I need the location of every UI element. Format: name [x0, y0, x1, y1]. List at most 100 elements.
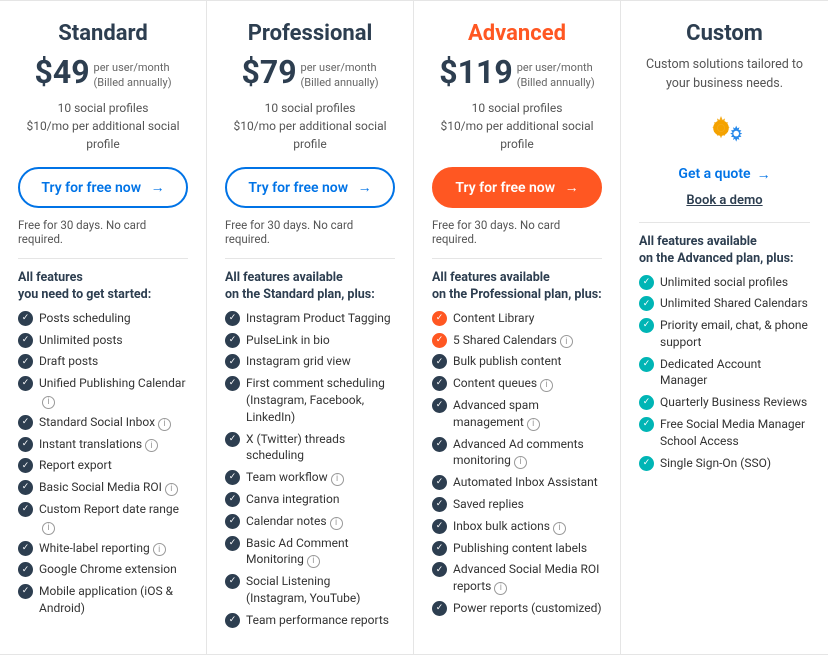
feature-item: ✓ Mobile application (iOS & Android) — [18, 583, 188, 617]
feature-text: Social Listening(Instagram, YouTube) — [246, 573, 360, 607]
feature-text: Basic Ad Comment Monitoringi — [246, 535, 395, 569]
feature-text: Report export — [39, 457, 112, 474]
free-note-professional: Free for 30 days. No card required. — [225, 218, 395, 246]
info-icon[interactable]: i — [307, 555, 320, 568]
price-amount-standard: $49 — [34, 56, 89, 88]
feature-item: ✓ Bulk publish content — [432, 353, 602, 370]
info-icon[interactable]: i — [42, 396, 55, 409]
feature-text: Calendar notesi — [246, 513, 343, 530]
check-icon: ✓ — [225, 311, 240, 326]
feature-text: Instant translationsi — [39, 436, 158, 453]
plan-title-custom: Custom — [639, 21, 810, 46]
cta-btn-advanced[interactable]: Try for free now → — [432, 167, 602, 208]
feature-item: ✓ Advanced Ad comments monitoringi — [432, 436, 602, 470]
get-quote-link[interactable]: Get a quote → — [639, 166, 810, 183]
check-icon: ✓ — [432, 601, 447, 616]
features-header-standard: All featuresyou need to get started: — [18, 269, 188, 304]
info-icon[interactable]: i — [560, 335, 573, 348]
feature-text: Power reports (customized) — [453, 600, 602, 617]
feature-item: ✓ Draft posts — [18, 353, 188, 370]
check-icon: ✓ — [639, 456, 654, 471]
cta-btn-professional[interactable]: Try for free now → — [225, 167, 395, 208]
check-icon: ✓ — [18, 354, 33, 369]
profile-info-advanced: 10 social profiles$10/mo per additional … — [432, 99, 602, 153]
features-divider-professional — [225, 258, 395, 259]
info-icon[interactable]: i — [165, 483, 178, 496]
feature-text: Unlimited posts — [39, 332, 123, 349]
feature-item: ✓ Instagram Product Tagging — [225, 310, 395, 327]
book-demo-link[interactable]: Book a demo — [639, 193, 810, 208]
check-icon: ✓ — [225, 492, 240, 507]
check-icon: ✓ — [432, 562, 447, 577]
feature-text: Google Chrome extension — [39, 561, 177, 578]
feature-text: Instagram grid view — [246, 353, 351, 370]
feature-text: Quarterly Business Reviews — [660, 394, 807, 411]
features-header-custom: All features availableon the Advanced pl… — [639, 233, 810, 268]
check-icon: ✓ — [639, 395, 654, 410]
feature-item: ✓ Unified Publishing Calendari — [18, 375, 188, 409]
check-icon: ✓ — [432, 333, 447, 348]
cta-btn-standard[interactable]: Try for free now → — [18, 167, 188, 208]
check-icon: ✓ — [225, 613, 240, 628]
check-icon: ✓ — [639, 417, 654, 432]
check-icon: ✓ — [432, 354, 447, 369]
gear-icon — [639, 108, 810, 152]
free-note-standard: Free for 30 days. No card required. — [18, 218, 188, 246]
price-details-professional: per user/month(Billed annually) — [301, 60, 379, 91]
info-icon[interactable]: i — [527, 418, 540, 431]
feature-item: ✓ Publishing content labels — [432, 540, 602, 557]
custom-desc: Custom solutions tailored to your busine… — [639, 56, 810, 94]
check-icon: ✓ — [639, 296, 654, 311]
features-divider-advanced — [432, 258, 602, 259]
feature-text: First comment scheduling(Instagram, Face… — [246, 375, 395, 425]
check-icon: ✓ — [18, 584, 33, 599]
info-icon[interactable]: i — [330, 517, 343, 530]
info-icon[interactable]: i — [553, 522, 566, 535]
check-icon: ✓ — [432, 519, 447, 534]
info-icon[interactable]: i — [153, 543, 166, 556]
info-icon[interactable]: i — [158, 418, 171, 431]
feature-text: Posts scheduling — [39, 310, 131, 327]
info-icon[interactable]: i — [42, 522, 55, 535]
feature-text: Advanced Social Media ROI reportsi — [453, 561, 602, 595]
quote-arrow-icon: → — [757, 166, 771, 183]
profile-info-professional: 10 social profiles$10/mo per additional … — [225, 99, 395, 153]
check-icon: ✓ — [225, 376, 240, 391]
plan-col-advanced: Advanced $119 per user/month(Billed annu… — [414, 1, 621, 655]
feature-item: ✓ Canva integration — [225, 491, 395, 508]
feature-text: Basic Social Media ROIi — [39, 479, 178, 496]
feature-item: ✓ Unlimited Shared Calendars — [639, 295, 810, 312]
check-icon: ✓ — [639, 318, 654, 333]
check-icon: ✓ — [639, 357, 654, 372]
price-row-advanced: $119 per user/month(Billed annually) — [432, 56, 602, 91]
feature-item: ✓ Quarterly Business Reviews — [639, 394, 810, 411]
features-header-professional: All features availableon the Standard pl… — [225, 269, 395, 304]
features-divider-custom — [639, 222, 810, 223]
feature-item: ✓ Content Library — [432, 310, 602, 327]
feature-item: ✓ Team workflowi — [225, 469, 395, 486]
price-details-advanced: per user/month(Billed annually) — [517, 60, 595, 91]
check-icon: ✓ — [18, 437, 33, 452]
info-icon[interactable]: i — [145, 439, 158, 452]
feature-item: ✓ Priority email, chat, & phone support — [639, 317, 810, 351]
info-icon[interactable]: i — [514, 456, 527, 469]
feature-item: ✓ Unlimited social profiles — [639, 274, 810, 291]
feature-item: ✓ Posts scheduling — [18, 310, 188, 327]
info-icon[interactable]: i — [331, 473, 344, 486]
info-icon[interactable]: i — [494, 582, 507, 595]
feature-item: ✓ Instagram grid view — [225, 353, 395, 370]
feature-text: Content queuesi — [453, 375, 553, 392]
feature-item: ✓ 5 Shared Calendarsi — [432, 332, 602, 349]
feature-text: Unlimited Shared Calendars — [660, 295, 808, 312]
feature-text: Publishing content labels — [453, 540, 587, 557]
feature-text: Automated Inbox Assistant — [453, 474, 598, 491]
feature-item: ✓ Social Listening(Instagram, YouTube) — [225, 573, 395, 607]
features-header-advanced: All features availableon the Professiona… — [432, 269, 602, 304]
feature-item: ✓ Free Social Media Manager School Acces… — [639, 416, 810, 450]
feature-item: ✓ Advanced Social Media ROI reportsi — [432, 561, 602, 595]
check-icon: ✓ — [639, 275, 654, 290]
feature-item: ✓ Team performance reports — [225, 612, 395, 629]
info-icon[interactable]: i — [540, 379, 553, 392]
feature-text: Saved replies — [453, 496, 524, 513]
feature-item: ✓ Google Chrome extension — [18, 561, 188, 578]
